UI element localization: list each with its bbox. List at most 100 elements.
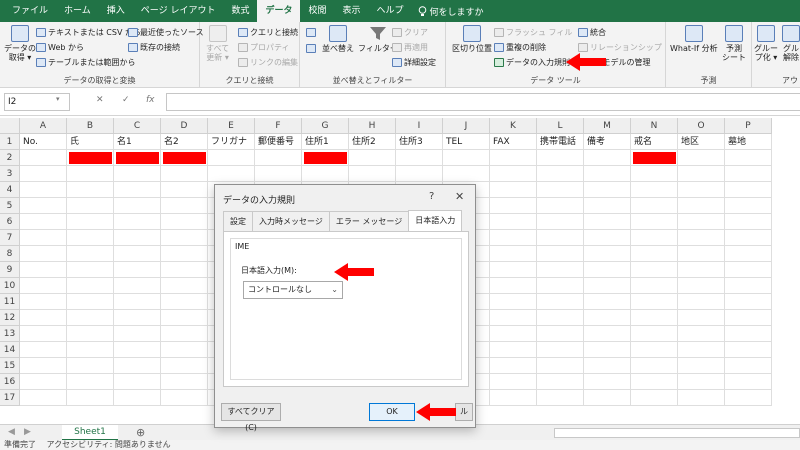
get-data-button[interactable]: データの 取得 ▾ — [4, 25, 36, 62]
cell-M1[interactable]: 備考 — [584, 134, 631, 150]
cell-P2[interactable] — [725, 150, 772, 166]
cell-P5[interactable] — [725, 198, 772, 214]
cell-D8[interactable] — [161, 246, 208, 262]
cell-M17[interactable] — [584, 390, 631, 406]
cell-K11[interactable] — [490, 294, 537, 310]
cell-K5[interactable] — [490, 198, 537, 214]
clear-filter-button[interactable]: クリア — [392, 27, 428, 38]
column-header[interactable]: K — [490, 118, 537, 134]
row-header[interactable]: 9 — [0, 262, 20, 278]
column-header[interactable]: P — [725, 118, 772, 134]
cell-M5[interactable] — [584, 198, 631, 214]
cell-K10[interactable] — [490, 278, 537, 294]
column-header[interactable]: H — [349, 118, 396, 134]
properties-button[interactable]: プロパティ — [238, 42, 290, 53]
cell-E3[interactable] — [208, 166, 255, 182]
row-header[interactable]: 17 — [0, 390, 20, 406]
cell-D15[interactable] — [161, 358, 208, 374]
tab-review[interactable]: 校閲 — [300, 0, 334, 22]
cell-D11[interactable] — [161, 294, 208, 310]
cell-B6[interactable] — [67, 214, 114, 230]
cell-M2[interactable] — [584, 150, 631, 166]
cell-K16[interactable] — [490, 374, 537, 390]
cell-N16[interactable] — [631, 374, 678, 390]
cell-B10[interactable] — [67, 278, 114, 294]
cell-B7[interactable] — [67, 230, 114, 246]
cell-C3[interactable] — [114, 166, 161, 182]
cell-C12[interactable] — [114, 310, 161, 326]
insert-function-button[interactable]: fx — [146, 95, 155, 105]
column-header[interactable]: C — [114, 118, 161, 134]
from-table-button[interactable]: テーブルまたは範囲から — [36, 57, 136, 68]
remove-duplicates-button[interactable]: 重複の削除 — [494, 42, 546, 53]
cell-K12[interactable] — [490, 310, 537, 326]
cell-L17[interactable] — [537, 390, 584, 406]
cell-L2[interactable] — [537, 150, 584, 166]
column-header[interactable]: L — [537, 118, 584, 134]
column-header[interactable]: G — [302, 118, 349, 134]
cell-M11[interactable] — [584, 294, 631, 310]
cell-P13[interactable] — [725, 326, 772, 342]
row-header[interactable]: 4 — [0, 182, 20, 198]
cell-P17[interactable] — [725, 390, 772, 406]
cell-K17[interactable] — [490, 390, 537, 406]
cell-F1[interactable]: 郵便番号 — [255, 134, 302, 150]
cell-A6[interactable] — [20, 214, 67, 230]
row-header[interactable]: 6 — [0, 214, 20, 230]
cell-P4[interactable] — [725, 182, 772, 198]
sort-button[interactable]: 並べ替え — [322, 25, 354, 53]
cell-O14[interactable] — [678, 342, 725, 358]
cell-B14[interactable] — [67, 342, 114, 358]
cell-J1[interactable]: TEL — [443, 134, 490, 150]
cell-D17[interactable] — [161, 390, 208, 406]
cell-C6[interactable] — [114, 214, 161, 230]
row-header[interactable]: 3 — [0, 166, 20, 182]
cell-M8[interactable] — [584, 246, 631, 262]
cell-P10[interactable] — [725, 278, 772, 294]
sort-za-button[interactable] — [306, 44, 316, 53]
group-button[interactable]: グルー プ化 ▾ — [754, 25, 778, 62]
ungroup-button[interactable]: グル 解除 — [782, 25, 800, 62]
cell-N12[interactable] — [631, 310, 678, 326]
cell-C9[interactable] — [114, 262, 161, 278]
tab-input-message[interactable]: 入力時メッセージ — [252, 211, 330, 231]
cancel-entry-button[interactable]: ✕ — [96, 95, 104, 105]
row-header[interactable]: 10 — [0, 278, 20, 294]
row-header[interactable]: 12 — [0, 310, 20, 326]
from-text-csv-button[interactable]: テキストまたは CSV から — [36, 27, 141, 38]
from-web-button[interactable]: Web から — [36, 42, 84, 53]
cell-I2[interactable] — [396, 150, 443, 166]
cell-A10[interactable] — [20, 278, 67, 294]
tab-error-alert[interactable]: エラー メッセージ — [328, 211, 410, 231]
cell-L3[interactable] — [537, 166, 584, 182]
cell-B16[interactable] — [67, 374, 114, 390]
cell-N6[interactable] — [631, 214, 678, 230]
cell-N11[interactable] — [631, 294, 678, 310]
cell-K2[interactable] — [490, 150, 537, 166]
cell-K14[interactable] — [490, 342, 537, 358]
row-header[interactable]: 15 — [0, 358, 20, 374]
cell-K6[interactable] — [490, 214, 537, 230]
cell-N8[interactable] — [631, 246, 678, 262]
cell-C14[interactable] — [114, 342, 161, 358]
cell-L9[interactable] — [537, 262, 584, 278]
cell-E1[interactable]: フリガナ — [208, 134, 255, 150]
cell-P16[interactable] — [725, 374, 772, 390]
cell-M3[interactable] — [584, 166, 631, 182]
cell-A4[interactable] — [20, 182, 67, 198]
cell-H2[interactable] — [349, 150, 396, 166]
cell-A2[interactable] — [20, 150, 67, 166]
column-header[interactable]: F — [255, 118, 302, 134]
cell-O13[interactable] — [678, 326, 725, 342]
cell-A8[interactable] — [20, 246, 67, 262]
cell-M7[interactable] — [584, 230, 631, 246]
cell-A14[interactable] — [20, 342, 67, 358]
cell-P14[interactable] — [725, 342, 772, 358]
cell-O11[interactable] — [678, 294, 725, 310]
column-header[interactable]: J — [443, 118, 490, 134]
cell-O1[interactable]: 地区 — [678, 134, 725, 150]
confirm-entry-button[interactable]: ✓ — [122, 95, 130, 105]
cell-A11[interactable] — [20, 294, 67, 310]
edit-links-button[interactable]: リンクの編集 — [238, 57, 298, 68]
cell-B15[interactable] — [67, 358, 114, 374]
